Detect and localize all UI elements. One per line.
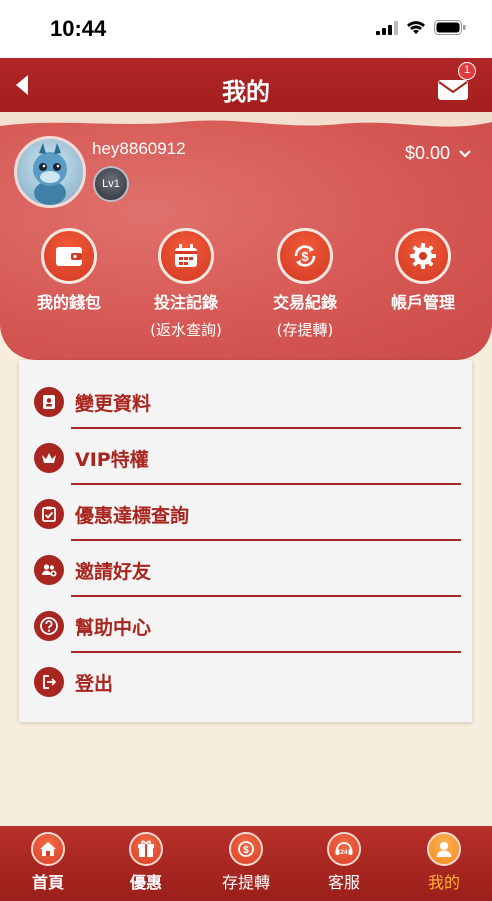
nav-home[interactable]: 首頁 [8,832,88,893]
menu-divider [71,595,461,597]
menu-item-edit-profile[interactable]: 變更資料 [19,376,472,432]
menu-label: 邀請好友 [75,561,152,583]
quick-action-label: 我的錢包 [36,293,101,312]
quick-action-label: 帳戶管理 [390,293,455,312]
menu-item-promo-check[interactable]: 優惠達標查詢 [19,488,472,544]
avatar[interactable] [14,136,86,208]
nav-label: 存提轉 [221,873,270,892]
nav-my-account[interactable]: 我的 [404,832,484,893]
menu-divider [71,539,461,541]
support-24-icon: 24 [327,832,361,866]
menu-divider [71,483,461,485]
quick-action-sub: (返水查詢) [150,321,222,339]
dragon-avatar-icon [33,143,67,205]
help-icon [34,611,64,641]
menu-panel: 變更資料 VIP特權 優惠達標查詢 邀請好友 幫助中心 登出 [19,360,472,722]
level-badge: Lv1 [93,166,129,202]
nav-label: 優惠 [129,873,162,892]
username: hey8860912 [92,139,186,158]
menu-label: 優惠達標查詢 [75,505,190,527]
nav-label: 首頁 [31,873,64,892]
page-title: 我的 [222,78,270,106]
gear-icon [395,228,451,284]
invite-friends-icon [34,555,64,585]
gift-icon [129,832,163,866]
mail-badge: 1 [458,62,476,80]
menu-divider [71,427,461,429]
battery-icon [434,20,466,35]
chevron-down-icon [459,149,471,158]
menu-label: 幫助中心 [75,617,152,639]
quick-action-bet-records[interactable]: 投注記錄 (返水查詢) [131,228,241,340]
status-icons [376,20,466,35]
svg-text:$: $ [301,249,309,264]
menu-item-invite-friends[interactable]: 邀請好友 [19,544,472,600]
quick-action-sub: (存提轉) [276,321,334,339]
nav-customer-service[interactable]: 24 客服 [304,832,384,893]
calendar-icon [158,228,214,284]
home-icon [31,832,65,866]
profile-card-icon [34,387,64,417]
menu-item-help-center[interactable]: 幫助中心 [19,600,472,656]
bottom-nav: 首頁 優惠 $ 存提轉 24 客服 我的 [0,826,492,901]
menu-label: 登出 [75,673,114,695]
menu-label: VIP特權 [75,449,149,471]
profile-card: hey8860912 Lv1 $0.00 我的錢包 投注記錄 (返水查詢) $ … [0,112,492,360]
menu-item-vip[interactable]: VIP特權 [19,432,472,488]
menu-divider [71,651,461,653]
signal-icon [376,20,398,35]
quick-action-label: 交易紀錄 [272,293,337,312]
logout-icon [34,667,64,697]
quick-action-wallet[interactable]: 我的錢包 [14,228,124,319]
dollar-cycle-icon: $ [277,228,333,284]
top-header: 我的 1 [0,58,492,118]
nav-label: 我的 [427,873,460,892]
balance-dropdown[interactable]: $0.00 [405,143,472,164]
svg-text:$: $ [243,845,249,856]
money-transfer-icon: $ [229,832,263,866]
checklist-icon [34,499,64,529]
status-bar: 10:44 [0,0,492,58]
wifi-icon [407,21,425,34]
quick-actions: 我的錢包 投注記錄 (返水查詢) $ 交易紀錄 (存提轉) 帳戶管理 [0,228,492,348]
svg-text:24: 24 [340,849,348,856]
wallet-icon [41,228,97,284]
quick-action-transactions[interactable]: $ 交易紀錄 (存提轉) [250,228,360,340]
nav-promotions[interactable]: 優惠 [106,832,186,893]
nav-deposit-withdraw[interactable]: $ 存提轉 [206,832,286,893]
quick-action-account-management[interactable]: 帳戶管理 [368,228,478,319]
balance-amount: $0.00 [404,143,450,163]
nav-label: 客服 [327,873,360,892]
menu-item-logout[interactable]: 登出 [19,656,472,712]
user-icon [427,832,461,866]
crown-icon [34,443,64,473]
menu-label: 變更資料 [75,393,152,415]
quick-action-label: 投注記錄 [153,293,218,312]
card-decoration [0,112,492,127]
status-time: 10:44 [50,16,107,41]
